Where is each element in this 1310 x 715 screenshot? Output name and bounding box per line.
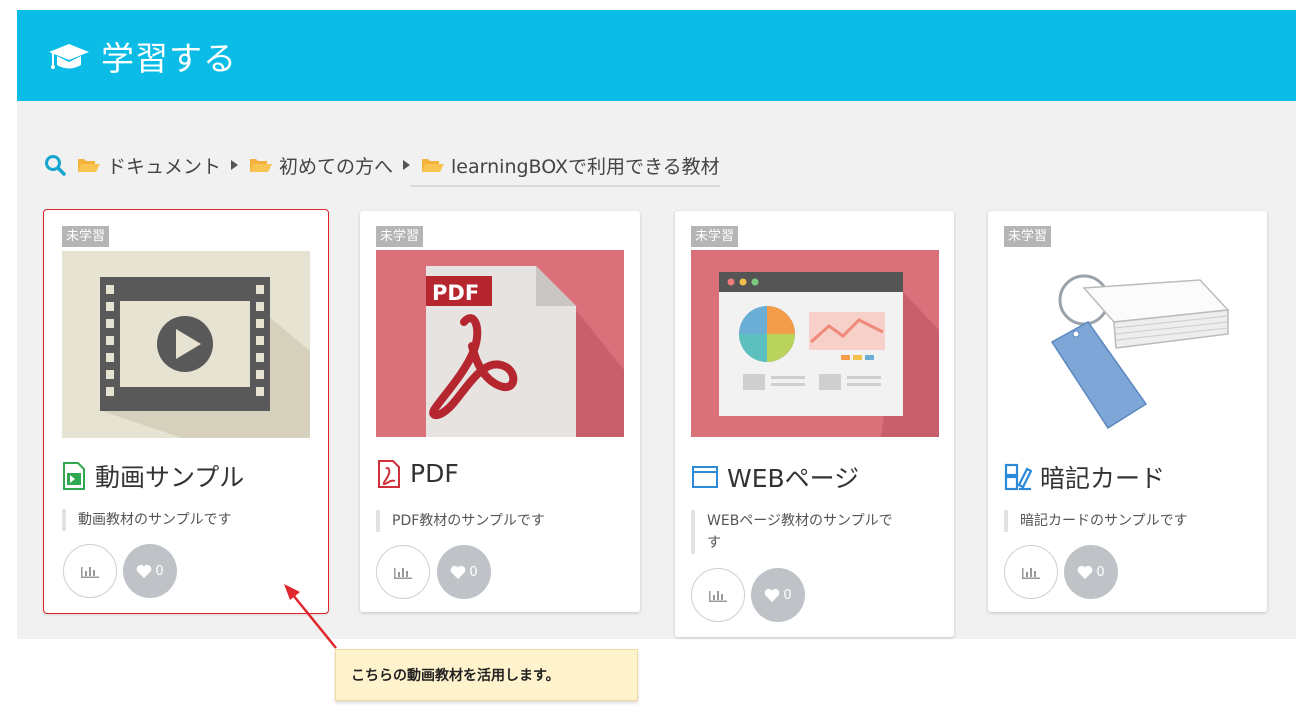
card-title[interactable]: 動画サンプル (61, 458, 244, 494)
status-badge: 未学習 (376, 226, 424, 247)
status-badge: 未学習 (691, 226, 739, 247)
card-title[interactable]: PDF (376, 459, 459, 488)
graduation-cap-icon (49, 43, 89, 69)
folder-open-icon (250, 159, 273, 172)
video-file-icon (63, 462, 85, 490)
bar-chart-icon (81, 567, 99, 578)
like-button[interactable]: 0 (123, 544, 177, 598)
like-count: 0 (783, 587, 792, 603)
folder-open-icon (422, 159, 445, 172)
caret-right-icon (231, 160, 239, 170)
word-cards-icon (1004, 250, 1250, 437)
card-title-text[interactable]: 動画サンプル (95, 458, 244, 494)
flashcard-thumbnail[interactable] (1004, 250, 1250, 437)
material-card-flashcard[interactable]: 未学習 暗記カード 暗記カードのサンプルです 0 (988, 211, 1267, 612)
stats-button[interactable] (1004, 545, 1058, 599)
material-card-video[interactable]: 未学習 動画サンプル 動画教材のサンプルです 0 (43, 209, 329, 614)
like-button[interactable]: 0 (1064, 545, 1118, 599)
breadcrumb: ドキュメント 初めての方へ learningBOXで利用できる教材 (44, 147, 720, 187)
status-badge: 未学習 (62, 226, 110, 247)
web-browser-icon (691, 250, 939, 437)
heart-icon (765, 588, 780, 602)
video-thumbnail[interactable] (62, 251, 310, 438)
heart-icon (451, 565, 466, 579)
film-strip-icon (62, 251, 310, 438)
like-count: 0 (155, 563, 164, 579)
breadcrumb-item-current: learningBOXで利用できる教材 (410, 152, 720, 187)
pdf-thumbnail[interactable]: PDF (376, 250, 624, 437)
card-title-text[interactable]: 暗記カード (1040, 459, 1165, 495)
page: 学習する ドキュメント 初めての方へ learningBOXで利用できる教材 未… (0, 0, 1310, 715)
stats-button[interactable] (63, 544, 117, 598)
card-description: PDF教材のサンプルです (376, 510, 608, 532)
card-title-text[interactable]: PDF (410, 459, 459, 488)
like-count: 0 (469, 564, 478, 580)
pdf-file-icon (378, 459, 400, 488)
bar-chart-icon (394, 568, 412, 579)
material-card-web[interactable]: 未学習 WEBページ WEBページ教材のサンプルです 0 (675, 211, 954, 637)
breadcrumb-label[interactable]: 初めての方へ (279, 152, 393, 179)
page-title: 学習する (101, 38, 237, 78)
bar-chart-icon (709, 591, 727, 602)
web-thumbnail[interactable] (691, 250, 939, 437)
like-button[interactable]: 0 (437, 545, 491, 599)
card-description: 暗記カードのサンプルです (1004, 510, 1236, 532)
card-description: 動画教材のサンプルです (62, 509, 294, 531)
material-card-pdf[interactable]: 未学習 PDF PDF PDF教材のサンプルです 0 (360, 211, 640, 612)
stats-button[interactable] (691, 568, 745, 622)
like-count: 0 (1096, 564, 1105, 580)
search-icon[interactable] (44, 154, 66, 176)
card-title[interactable]: 暗記カード (1004, 459, 1165, 495)
heart-icon (137, 564, 152, 578)
breadcrumb-label: learningBOXで利用できる教材 (451, 155, 720, 178)
caret-right-icon (403, 160, 411, 170)
card-title[interactable]: WEBページ (691, 459, 859, 495)
stats-button[interactable] (376, 545, 430, 599)
web-window-icon (692, 466, 718, 488)
breadcrumb-item-beginners[interactable]: 初めての方へ (238, 152, 411, 179)
card-description: WEBページ教材のサンプルです (691, 510, 901, 554)
breadcrumb-label[interactable]: ドキュメント (107, 152, 221, 179)
bar-chart-icon (1022, 568, 1040, 579)
like-button[interactable]: 0 (751, 568, 805, 622)
page-header: 学習する (17, 10, 1296, 101)
pdf-document-icon: PDF (376, 250, 624, 437)
flashcard-icon (1004, 463, 1032, 491)
breadcrumb-item-documents[interactable]: ドキュメント (66, 152, 239, 179)
folder-open-icon (78, 159, 100, 172)
card-title-text[interactable]: WEBページ (727, 459, 859, 495)
svg-text:PDF: PDF (432, 281, 479, 305)
status-badge: 未学習 (1004, 226, 1052, 247)
annotation-callout: こちらの動画教材を活用します。 (335, 649, 638, 701)
heart-icon (1078, 565, 1093, 579)
